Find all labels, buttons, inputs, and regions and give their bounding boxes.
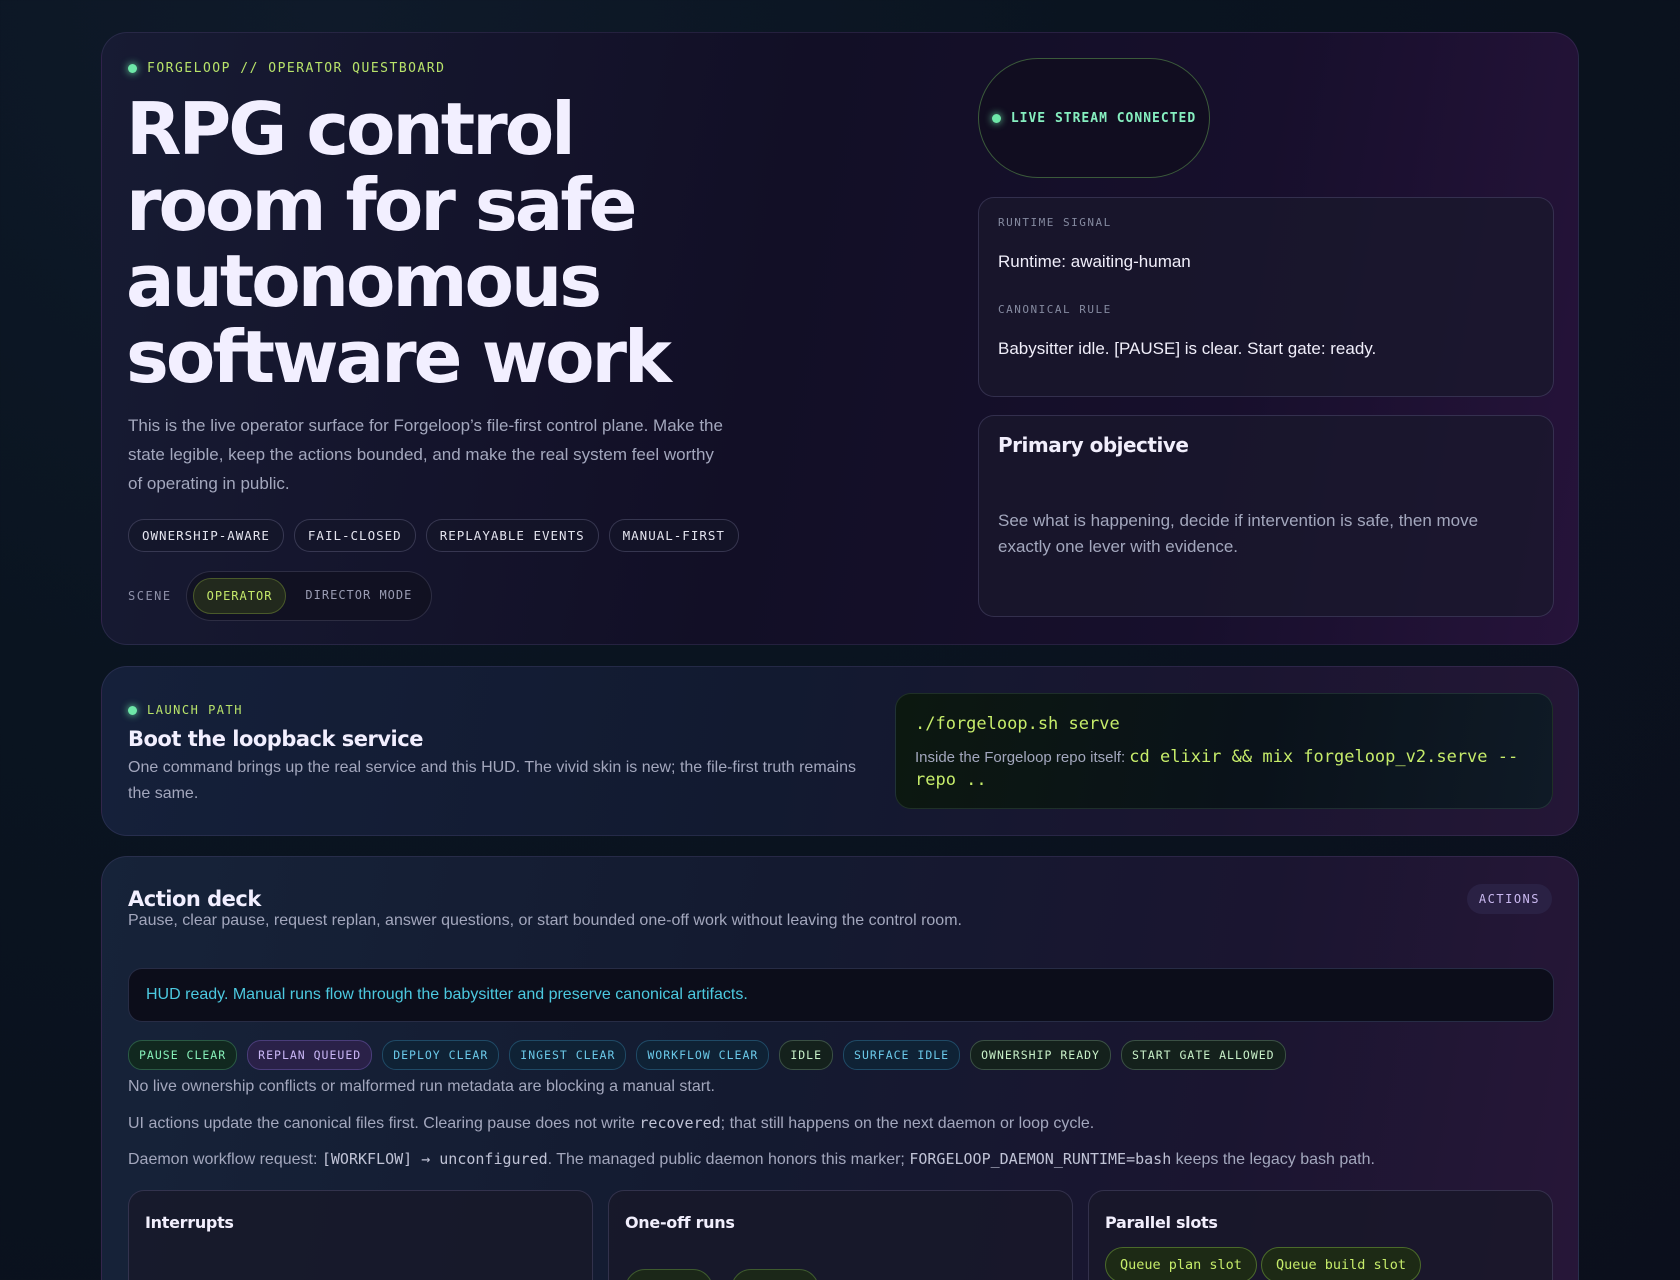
status-chip: IDLE (779, 1040, 834, 1070)
canonical-rule-label: CANONICAL RULE (998, 303, 1112, 316)
one-off-runs-card: One-off runs (608, 1190, 1073, 1280)
note-text: keeps the legacy bash path. (1171, 1151, 1375, 1168)
status-chip: INGEST CLEAR (509, 1040, 627, 1070)
actions-badge: ACTIONS (1466, 884, 1552, 914)
hero-panel: FORGELOOP // OPERATOR QUESTBOARD RPG con… (101, 32, 1579, 645)
queue-plan-slot-button[interactable]: Queue plan slot (1105, 1247, 1257, 1280)
hero-eyebrow-text: FORGELOOP // OPERATOR QUESTBOARD (147, 61, 446, 76)
status-chip: SURFACE IDLE (843, 1040, 961, 1070)
launch-panel: LAUNCH PATH Boot the loopback service On… (101, 666, 1579, 836)
action-deck-panel: Action deck Pause, clear pause, request … (101, 856, 1579, 1280)
workflow-note: Daemon workflow request: [WORKFLOW] → un… (128, 1150, 1375, 1169)
tag-manual-first: MANUAL-FIRST (608, 519, 739, 552)
alt-command-prefix: Inside the Forgeloop repo itself: (915, 749, 1130, 766)
interrupts-card: Interrupts (128, 1190, 593, 1280)
note-code: [WORKFLOW] → unconfigured (321, 1150, 548, 1168)
scene-label: SCENE (128, 589, 172, 603)
alt-command-line: Inside the Forgeloop repo itself: cd eli… (915, 746, 1535, 792)
tag-replayable-events: REPLAYABLE EVENTS (425, 519, 599, 552)
scene-toggle: OPERATOR DIRECTOR MODE (185, 571, 433, 621)
one-off-run-button[interactable] (731, 1269, 819, 1280)
objective-text: See what is happening, decide if interve… (998, 511, 1479, 556)
status-chip: WORKFLOW CLEAR (636, 1040, 770, 1070)
launch-eyebrow-text: LAUNCH PATH (147, 703, 243, 717)
objective-card: Primary objective See what is happening,… (978, 415, 1554, 617)
scene-switcher: SCENE OPERATOR DIRECTOR MODE (128, 571, 433, 621)
canonical-files-note: UI actions update the canonical files fi… (128, 1114, 1094, 1133)
queue-build-slot-button[interactable]: Queue build slot (1261, 1247, 1422, 1280)
action-deck-title: Action deck (128, 887, 261, 911)
page-title: RPG control room for safe autonomous sof… (126, 87, 672, 399)
note-text: . The managed public daemon honors this … (547, 1151, 910, 1168)
scene-option-director-mode[interactable]: DIRECTOR MODE (292, 578, 425, 614)
note-code: FORGELOOP_DAEMON_RUNTIME=bash (909, 1150, 1172, 1168)
status-chip: OWNERSHIP READY (970, 1040, 1111, 1070)
live-dot-icon (991, 113, 1001, 123)
scene-option-operator[interactable]: OPERATOR (192, 578, 287, 614)
ownership-note: No live ownership conflicts or malformed… (128, 1078, 715, 1095)
one-off-run-button[interactable] (625, 1269, 713, 1280)
serve-command[interactable]: ./forgeloop.sh serve (915, 714, 1120, 734)
hud-message: HUD ready. Manual runs flow through the … (128, 968, 1554, 1022)
launch-title: Boot the loopback service (128, 727, 423, 751)
status-chip: REPLAN QUEUED (247, 1040, 373, 1070)
note-code: recovered (639, 1114, 721, 1132)
note-text: UI actions update the canonical files fi… (128, 1115, 640, 1132)
hero-eyebrow: FORGELOOP // OPERATOR QUESTBOARD (128, 61, 445, 76)
parallel-slots-card: Parallel slots Queue plan slot Queue bui… (1088, 1190, 1553, 1280)
live-status-text: LIVE STREAM CONNECTED (1010, 110, 1197, 126)
canonical-rule-value: Babysitter idle. [PAUSE] is clear. Start… (998, 339, 1377, 358)
tag-ownership-aware: OWNERSHIP-AWARE (128, 519, 284, 552)
status-chips: PAUSE CLEAR REPLAN QUEUED DEPLOY CLEAR INGE… (128, 1040, 1286, 1070)
parallel-slots-title: Parallel slots (1105, 1213, 1218, 1232)
note-text: Daemon workflow request: (128, 1151, 322, 1168)
runtime-signal-label: RUNTIME SIGNAL (998, 216, 1112, 229)
feature-tags: OWNERSHIP-AWARE FAIL-CLOSED REPLAYABLE E… (128, 519, 739, 552)
status-dot-icon (128, 64, 137, 73)
live-stream-status: LIVE STREAM CONNECTED (978, 58, 1210, 178)
hero-description: This is the live operator surface for Fo… (128, 416, 723, 493)
command-box: ./forgeloop.sh serve Inside the Forgeloo… (895, 693, 1553, 809)
note-text: ; that still happens on the next daemon … (720, 1115, 1095, 1132)
launch-eyebrow: LAUNCH PATH (128, 703, 243, 717)
interrupts-title: Interrupts (145, 1213, 234, 1232)
status-dot-icon (128, 705, 137, 715)
status-chip: PAUSE CLEAR (128, 1040, 238, 1070)
action-deck-description: Pause, clear pause, request replan, answ… (128, 912, 962, 929)
status-chip: START GATE ALLOWED (1120, 1040, 1286, 1070)
status-chip: DEPLOY CLEAR (382, 1040, 500, 1070)
launch-description: One command brings up the real service a… (128, 759, 856, 802)
runtime-card: RUNTIME SIGNAL Runtime: awaiting-human C… (978, 197, 1554, 397)
tag-fail-closed: FAIL-CLOSED (293, 519, 416, 552)
one-off-runs-title: One-off runs (625, 1213, 735, 1232)
objective-title: Primary objective (998, 433, 1189, 457)
runtime-signal-value: Runtime: awaiting-human (998, 252, 1191, 271)
